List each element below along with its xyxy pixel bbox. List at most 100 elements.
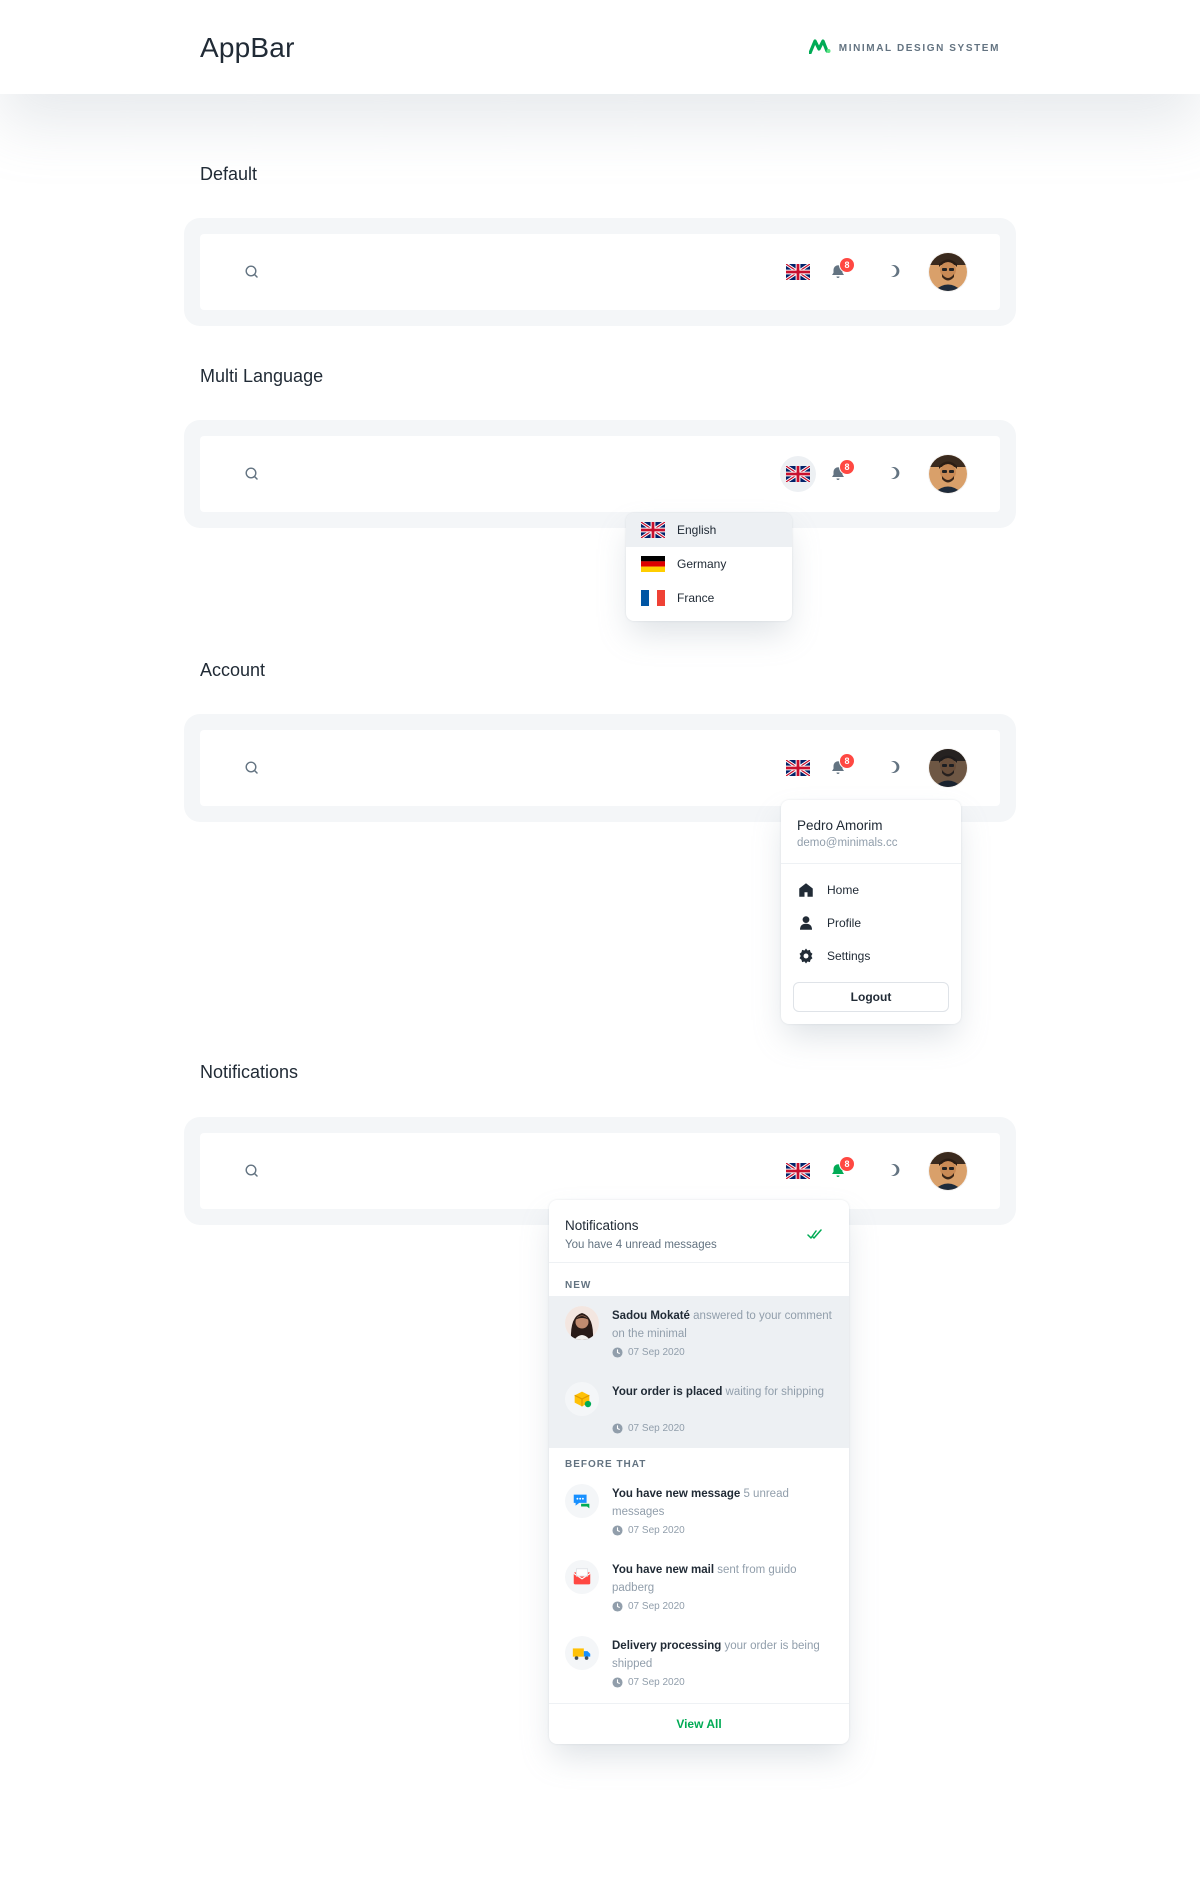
clock-icon <box>612 1347 623 1358</box>
menu-item-home[interactable]: Home <box>797 879 947 901</box>
language-option-france[interactable]: France <box>626 581 792 615</box>
notification-time-text: 07 Sep 2020 <box>628 1601 685 1612</box>
brand: MINIMAL DESIGN SYSTEM <box>808 38 1000 59</box>
clock-icon <box>612 1601 623 1612</box>
moon-icon[interactable] <box>885 465 901 481</box>
section-title-account: Account <box>200 660 266 680</box>
notifications-header: Notifications You have 4 unread messages <box>565 1218 717 1251</box>
menu-item-label: Settings <box>827 949 871 963</box>
notification-title: Delivery processing <box>612 1640 722 1652</box>
notifications-button[interactable]: 8 <box>825 1156 855 1187</box>
divider <box>549 1262 849 1263</box>
notification-title: Sadou Mokaté <box>612 1310 690 1322</box>
notifications-button[interactable]: 8 <box>825 459 855 490</box>
logout-button[interactable]: Logout <box>793 982 949 1012</box>
appbar: 8 <box>200 1133 1000 1209</box>
language-label: Germany <box>677 557 727 571</box>
gear-icon <box>799 948 813 964</box>
section-label-new: NEW <box>565 1280 592 1291</box>
language-option-english[interactable]: English <box>626 513 792 547</box>
uk-flag-icon <box>786 1163 810 1179</box>
notifications-panel: Notifications You have 4 unread messages… <box>549 1200 849 1744</box>
notification-badge: 8 <box>839 459 855 475</box>
notification-time-text: 07 Sep 2020 <box>628 1347 685 1358</box>
view-all-button[interactable]: View All <box>549 1703 849 1744</box>
appbar: 8 <box>200 436 1000 512</box>
uk-flag-icon <box>641 522 665 538</box>
mail-icon <box>565 1560 599 1594</box>
avatar <box>565 1306 599 1340</box>
notification-time: 07 Sep 2020 <box>612 1677 685 1688</box>
language-label: France <box>677 591 715 605</box>
account-email: demo@minimals.cc <box>797 837 898 849</box>
notification-text: You have new message 5 unread messages <box>612 1485 834 1521</box>
mark-all-read-icon[interactable] <box>807 1228 823 1246</box>
notification-time: 07 Sep 2020 <box>612 1423 685 1434</box>
language-menu: English Germany France <box>626 513 792 621</box>
notification-item[interactable]: Your order is placed waiting for shippin… <box>549 1372 849 1448</box>
notification-item[interactable]: Delivery processing your order is being … <box>549 1626 849 1702</box>
appbar-default-container: 8 <box>184 218 1016 326</box>
notification-text: You have new mail sent from guido padber… <box>612 1561 834 1597</box>
brand-text: MINIMAL DESIGN SYSTEM <box>838 43 1000 54</box>
chat-icon <box>565 1484 599 1518</box>
menu-item-label: Profile <box>827 916 862 930</box>
moon-icon[interactable] <box>885 263 901 279</box>
clock-icon <box>612 1423 623 1434</box>
moon-icon[interactable] <box>885 759 901 775</box>
uk-flag-icon <box>786 466 810 482</box>
language-button[interactable] <box>780 750 816 786</box>
menu-item-label: Home <box>827 883 860 897</box>
section-title-notifications: Notifications <box>200 1062 299 1082</box>
notification-time: 07 Sep 2020 <box>612 1601 685 1612</box>
notification-item[interactable]: You have new message 5 unread messages 0… <box>549 1474 849 1550</box>
notification-text: Your order is placed waiting for shippin… <box>612 1383 834 1401</box>
notification-title: You have new mail <box>612 1564 715 1576</box>
menu-item-settings[interactable]: Settings <box>797 945 947 967</box>
account-name: Pedro Amorim <box>797 818 883 833</box>
language-label: English <box>677 523 717 537</box>
search-icon[interactable] <box>244 264 260 280</box>
language-button[interactable] <box>780 1153 816 1189</box>
notification-description: waiting for shipping <box>722 1386 825 1398</box>
notification-time-text: 07 Sep 2020 <box>628 1423 685 1434</box>
clock-icon <box>612 1677 623 1688</box>
notification-item[interactable]: Sadou Mokaté answered to your comment on… <box>549 1296 849 1372</box>
search-icon[interactable] <box>244 760 260 776</box>
notification-time-text: 07 Sep 2020 <box>628 1525 685 1536</box>
truck-icon <box>565 1636 599 1670</box>
avatar[interactable] <box>929 253 967 291</box>
language-option-germany[interactable]: Germany <box>626 547 792 581</box>
clock-icon <box>612 1525 623 1536</box>
section-title-default: Default <box>200 164 258 184</box>
notification-item[interactable]: You have new mail sent from guido padber… <box>549 1550 849 1626</box>
brand-logo-icon <box>808 38 831 59</box>
notifications-subtitle: You have 4 unread messages <box>565 1239 717 1251</box>
appbar: 8 <box>200 234 1000 310</box>
avatar[interactable] <box>929 1152 967 1190</box>
notifications-button[interactable]: 8 <box>825 753 855 784</box>
language-button[interactable] <box>780 254 816 290</box>
home-icon <box>799 883 813 897</box>
avatar[interactable] <box>929 749 967 787</box>
language-button[interactable] <box>780 456 816 492</box>
france-flag-icon <box>641 590 665 606</box>
appbar: 8 <box>200 730 1000 806</box>
page-header: AppBar MINIMAL DESIGN SYSTEM <box>0 0 1200 94</box>
page-title: AppBar <box>200 32 295 63</box>
search-icon[interactable] <box>244 466 260 482</box>
notification-text: Sadou Mokaté answered to your comment on… <box>612 1307 834 1343</box>
person-icon <box>800 916 812 930</box>
notification-badge: 8 <box>839 1156 855 1172</box>
search-icon[interactable] <box>244 1163 260 1179</box>
notifications-button[interactable]: 8 <box>825 257 855 288</box>
appbar-language-container: 8 <box>184 420 1016 528</box>
notification-badge: 8 <box>839 753 855 769</box>
notification-badge: 8 <box>839 257 855 273</box>
uk-flag-icon <box>786 760 810 776</box>
menu-item-profile[interactable]: Profile <box>797 912 947 934</box>
notification-time: 07 Sep 2020 <box>612 1525 685 1536</box>
moon-icon[interactable] <box>885 1162 901 1178</box>
uk-flag-icon <box>786 264 810 280</box>
avatar[interactable] <box>929 455 967 493</box>
